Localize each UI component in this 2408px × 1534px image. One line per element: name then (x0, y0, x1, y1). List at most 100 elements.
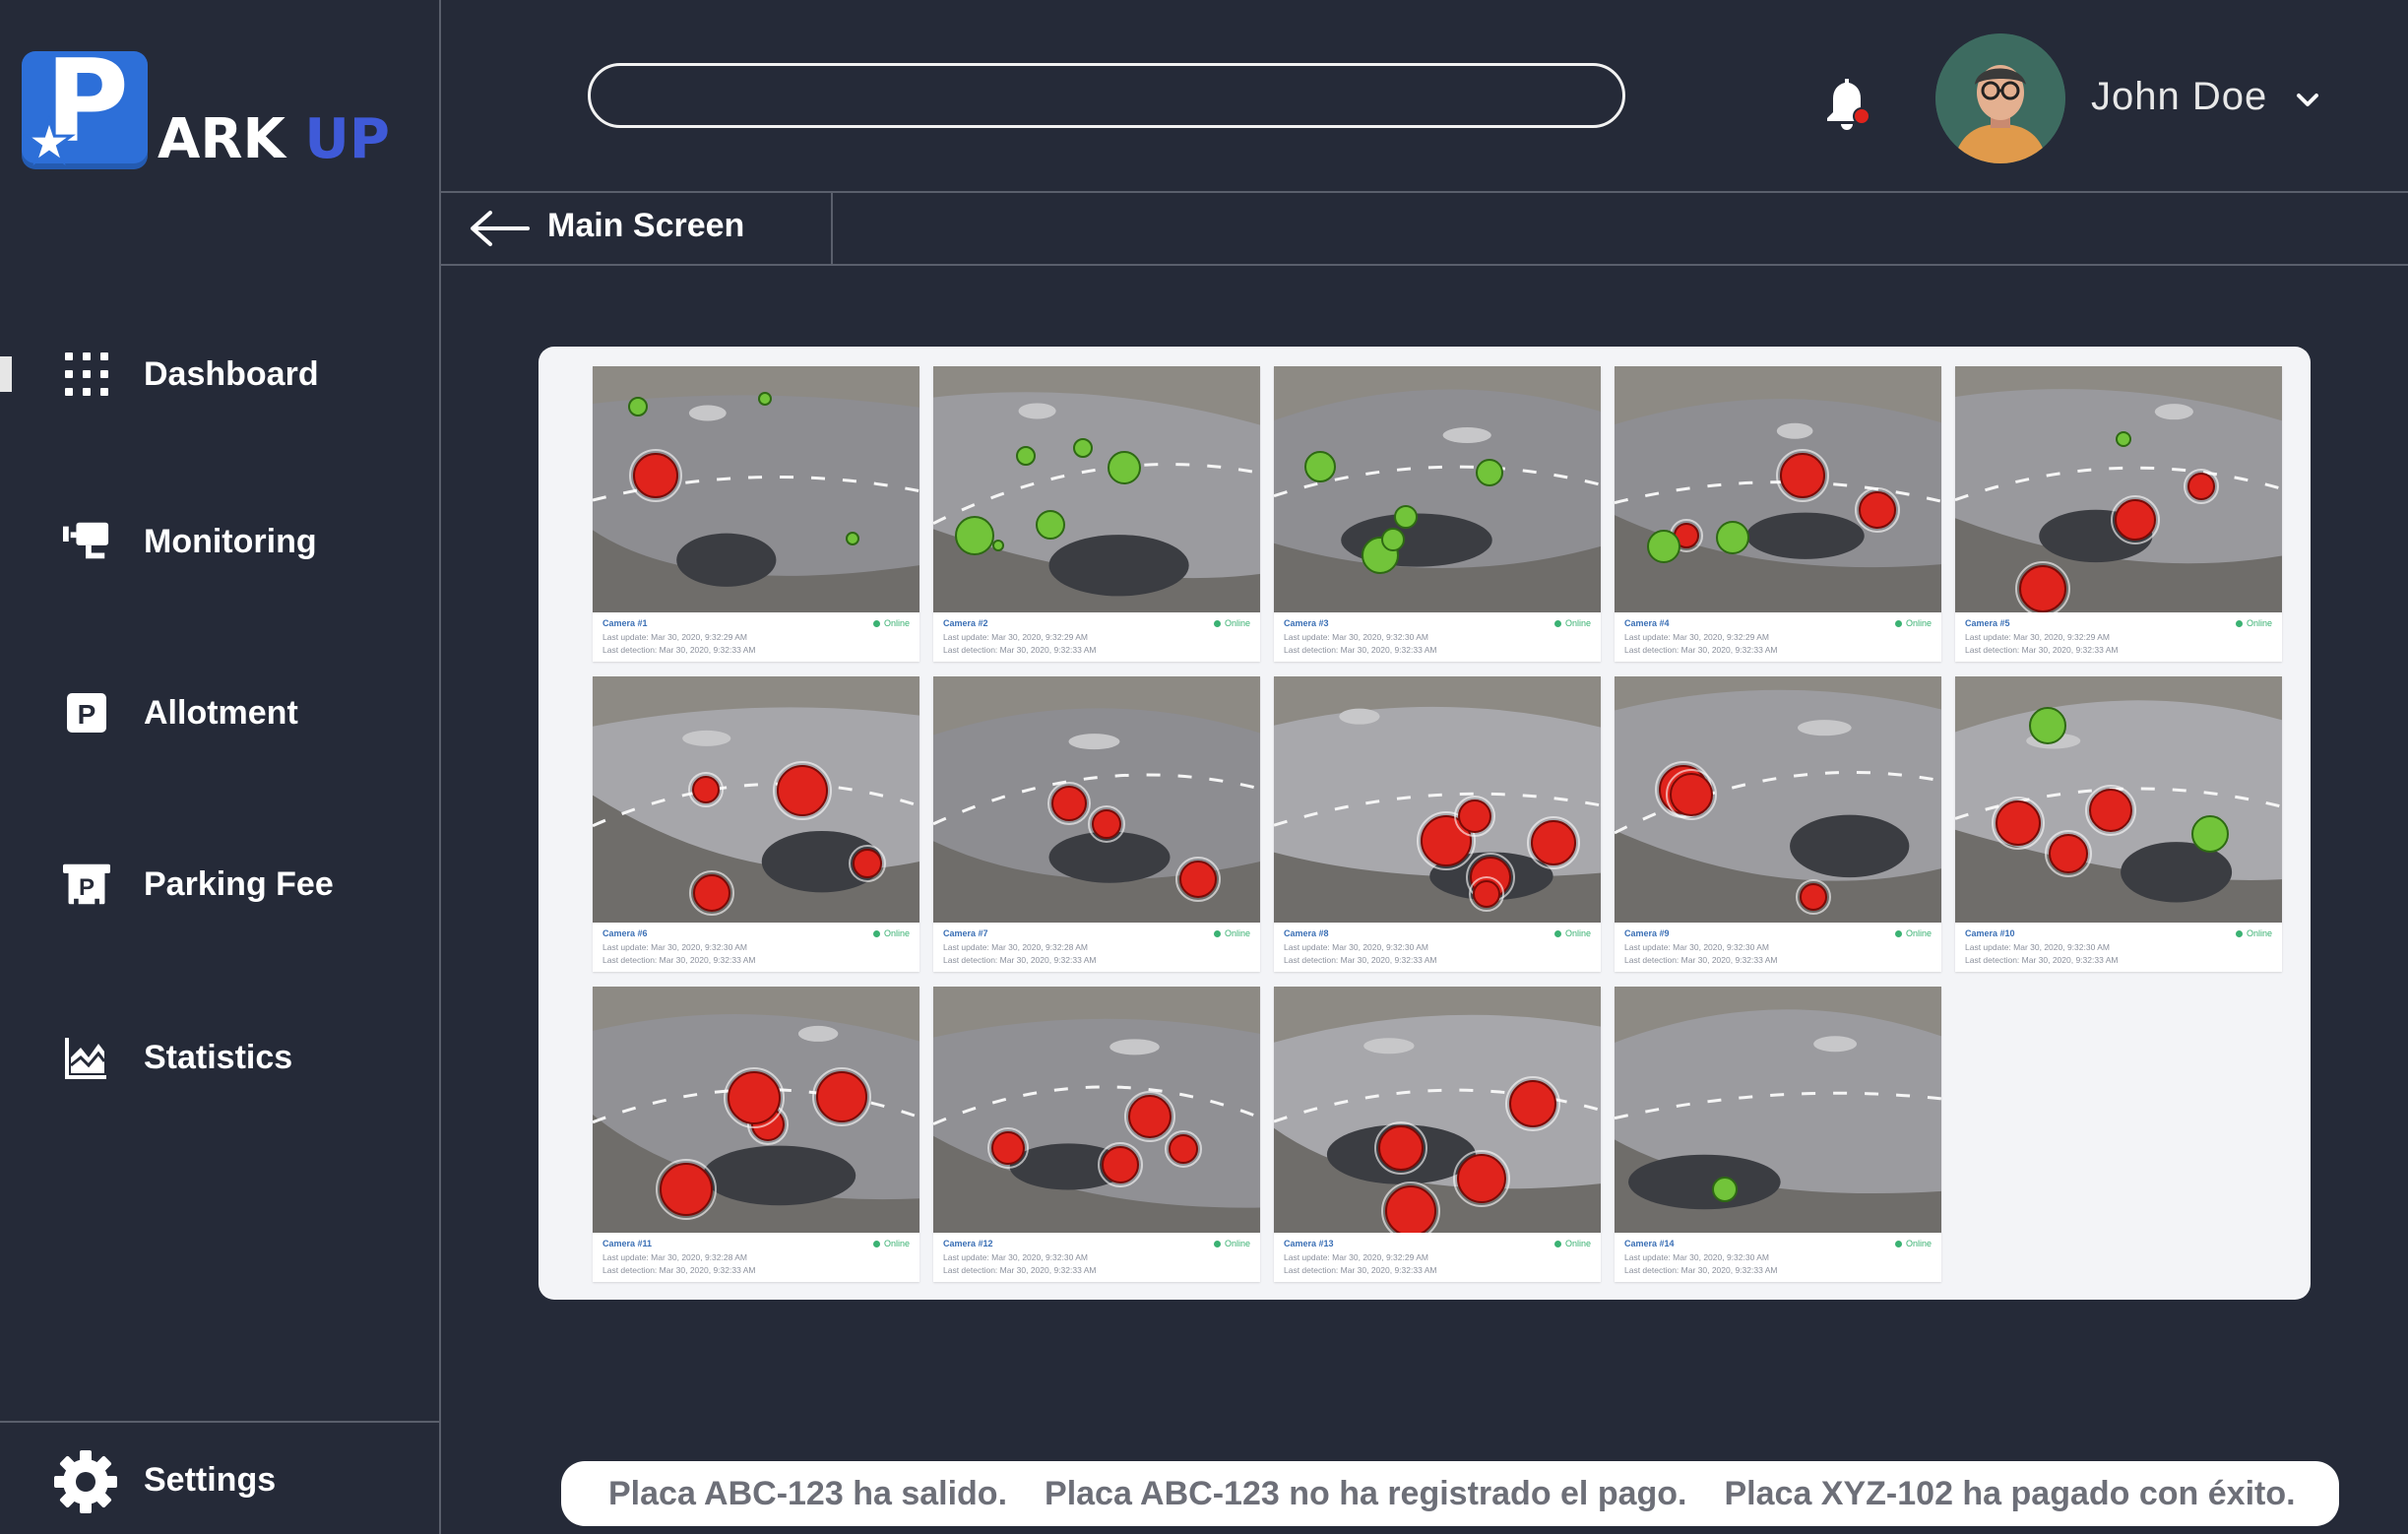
camera-last-detection: Last detection: Mar 30, 2020, 9:32:33 AM (1624, 955, 1778, 965)
camera-feed-image[interactable] (933, 676, 1260, 923)
camera-last-detection: Last detection: Mar 30, 2020, 9:32:33 AM (1965, 955, 2119, 965)
camera-feed-image[interactable] (1615, 676, 1941, 923)
camera-name: Camera #8 (1284, 928, 1329, 938)
free-spot-marker (992, 540, 1004, 551)
camera-feed-image[interactable] (1615, 366, 1941, 612)
occupied-spot-marker (1670, 773, 1713, 816)
camera-feed-image[interactable] (1955, 366, 2282, 612)
user-name[interactable]: John Doe (2091, 75, 2267, 119)
camera-card[interactable]: Camera #5 Online Last update: Mar 30, 2020… (1955, 366, 2282, 662)
free-spot-marker (2191, 815, 2229, 853)
camera-card[interactable]: Camera #9 Online Last update: Mar 30, 2020… (1615, 676, 1941, 972)
sidebar-item-dashboard[interactable]: Dashboard (0, 335, 439, 414)
free-spot-marker (1381, 528, 1405, 551)
camera-card[interactable]: Camera #8 Online Last update: Mar 30, 2020… (1274, 676, 1601, 972)
status-badge: Online (1895, 928, 1932, 938)
sidebar-item-monitoring[interactable]: Monitoring (0, 502, 439, 581)
svg-text:P: P (79, 874, 95, 901)
page-title: Main Screen (547, 207, 745, 244)
notification-bell-icon[interactable] (1823, 75, 1872, 134)
camera-last-update: Last update: Mar 30, 2020, 9:32:30 AM (943, 1252, 1088, 1262)
parkup-logo[interactable]: P ★ ARK UP (22, 41, 415, 176)
gear-icon (53, 1449, 118, 1514)
occupied-spot-marker (2187, 473, 2215, 500)
camera-name: Camera #2 (943, 618, 988, 628)
camera-card[interactable]: Camera #1 Online Last update: Mar 30, 2020… (593, 366, 919, 662)
camera-feed-image[interactable] (933, 366, 1260, 612)
settings-label: Settings (144, 1461, 277, 1499)
camera-feed-image[interactable] (1274, 366, 1601, 612)
avatar[interactable] (1935, 33, 2065, 163)
camera-feed-image[interactable] (1274, 676, 1601, 923)
sidebar-item-label: Dashboard (144, 354, 319, 393)
camera-card[interactable]: Camera #7 Online Last update: Mar 30, 2020… (933, 676, 1260, 972)
occupied-spot-marker (1531, 820, 1576, 865)
camera-last-update: Last update: Mar 30, 2020, 9:32:30 AM (1965, 942, 2110, 952)
camera-last-detection: Last detection: Mar 30, 2020, 9:32:33 AM (943, 1265, 1097, 1275)
camera-last-update: Last update: Mar 30, 2020, 9:32:29 AM (1965, 632, 2110, 642)
camera-last-detection: Last detection: Mar 30, 2020, 9:32:33 AM (1284, 645, 1437, 655)
camera-card[interactable]: Camera #13 Online Last update: Mar 30, 202… (1274, 987, 1601, 1282)
free-spot-marker (1304, 451, 1336, 482)
camera-feed-image[interactable] (1955, 676, 2282, 923)
status-badge: Online (1554, 618, 1591, 628)
occupied-spot-marker (1800, 883, 1827, 911)
sidebar-item-allotment[interactable]: P Allotment (0, 673, 439, 752)
free-spot-marker (1394, 505, 1418, 529)
sidebar-item-statistics[interactable]: Statistics (0, 1018, 439, 1097)
camera-card[interactable]: Camera #3 Online Last update: Mar 30, 2020… (1274, 366, 1601, 662)
occupied-spot-marker (1128, 1095, 1172, 1138)
camera-last-update: Last update: Mar 30, 2020, 9:32:30 AM (1624, 942, 1769, 952)
camera-feed-image[interactable] (593, 987, 919, 1233)
occupied-spot-marker (1169, 1134, 1198, 1164)
svg-text:P: P (78, 699, 96, 730)
occupied-spot-marker (692, 776, 720, 803)
camera-feed-image[interactable] (1615, 987, 1941, 1233)
occupied-spot-marker (816, 1071, 867, 1122)
occupied-spot-marker (1859, 491, 1896, 529)
camera-card[interactable]: Camera #4 Online Last update: Mar 30, 2020… (1615, 366, 1941, 662)
free-spot-marker (2029, 707, 2066, 744)
free-spot-marker (758, 392, 772, 406)
camera-feed-image[interactable] (933, 987, 1260, 1233)
occupied-spot-marker (2115, 499, 2156, 541)
free-spot-marker (1647, 530, 1680, 563)
camera-feed-image[interactable] (1274, 987, 1601, 1233)
sidebar-item-settings[interactable]: Settings (0, 1438, 439, 1522)
camera-card[interactable]: Camera #11 Online Last update: Mar 30, 202… (593, 987, 919, 1282)
free-spot-marker (1716, 521, 1749, 554)
camera-card[interactable]: Camera #14 Online Last update: Mar 30, 202… (1615, 987, 1941, 1282)
notification-ticker: Placa ABC-123 ha salido. Placa ABC-123 n… (561, 1461, 2339, 1526)
occupied-spot-marker (728, 1071, 781, 1124)
status-badge: Online (1895, 618, 1932, 628)
statistics-chart-icon (63, 1034, 110, 1081)
camera-name: Camera #7 (943, 928, 988, 938)
occupied-spot-marker (853, 849, 882, 878)
camera-last-detection: Last detection: Mar 30, 2020, 9:32:33 AM (1284, 1265, 1437, 1275)
notification-message: Placa XYZ-102 ha pagado con éxito. (1724, 1474, 2296, 1512)
camera-feed-image[interactable] (593, 676, 919, 923)
sidebar-item-parking-fee[interactable]: P Parking Fee (0, 845, 439, 924)
camera-last-update: Last update: Mar 30, 2020, 9:32:30 AM (1284, 942, 1428, 952)
camera-feed-image[interactable] (593, 366, 919, 612)
chevron-down-icon[interactable] (2294, 87, 2321, 114)
status-badge: Online (1214, 1239, 1250, 1248)
camera-last-update: Last update: Mar 30, 2020, 9:32:29 AM (1284, 1252, 1428, 1262)
occupied-spot-marker (2089, 789, 2132, 832)
camera-card[interactable]: Camera #6 Online Last update: Mar 30, 2020… (593, 676, 919, 972)
camera-card[interactable]: Camera #2 Online Last update: Mar 30, 2020… (933, 366, 1260, 662)
status-badge: Online (1895, 1239, 1932, 1248)
search-input[interactable] (588, 63, 1625, 128)
camera-last-detection: Last detection: Mar 30, 2020, 9:32:33 AM (1284, 955, 1437, 965)
back-arrow-icon[interactable] (469, 209, 530, 248)
camera-last-detection: Last detection: Mar 30, 2020, 9:32:33 AM (1624, 1265, 1778, 1275)
camera-card[interactable]: Camera #10 Online Last update: Mar 30, 202… (1955, 676, 2282, 972)
camera-name: Camera #3 (1284, 618, 1329, 628)
logo-p-badge: P ★ (22, 45, 148, 176)
occupied-spot-marker (2049, 834, 2088, 873)
camera-last-detection: Last detection: Mar 30, 2020, 9:32:33 AM (1965, 645, 2119, 655)
camera-name: Camera #11 (602, 1239, 653, 1248)
camera-last-detection: Last detection: Mar 30, 2020, 9:32:33 AM (1624, 645, 1778, 655)
camera-card[interactable]: Camera #12 Online Last update: Mar 30, 202… (933, 987, 1260, 1282)
camera-name: Camera #12 (943, 1239, 993, 1248)
